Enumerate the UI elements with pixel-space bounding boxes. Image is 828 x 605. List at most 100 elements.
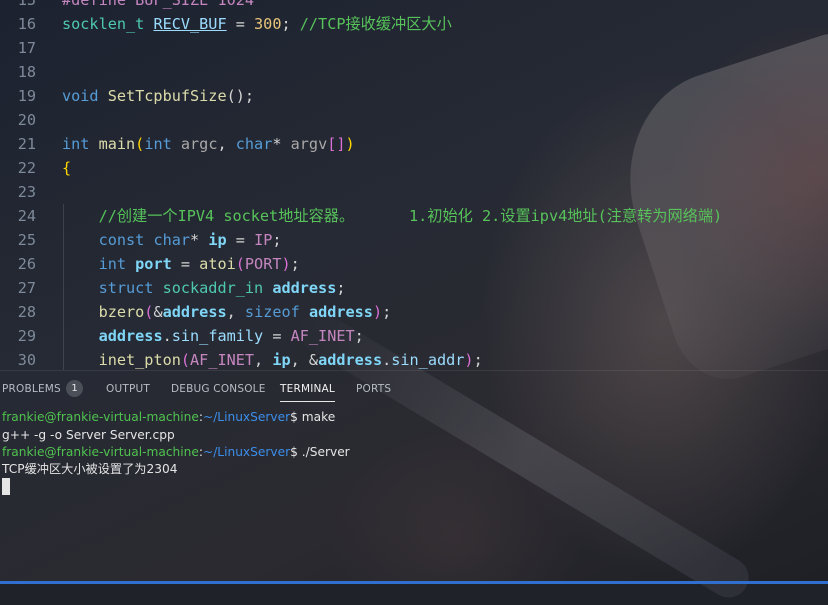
command-text: make [301,410,336,424]
code-token: . [162,327,172,345]
tab-terminal[interactable]: TERMINAL [280,371,335,407]
code-token: = [226,231,255,249]
code-token: atoi [199,255,236,273]
code-token: AF_INET [290,327,355,345]
code-token: address [308,303,373,321]
code-line[interactable]: 17 [0,36,828,60]
prompt-symbol: $ [290,445,302,459]
code-token: socklen_t [62,15,154,33]
code-text: void SetTcpbufSize(); [62,84,254,108]
code-line[interactable]: 27 struct sockaddr_in address; [0,276,828,300]
terminal-output[interactable]: frankie@frankie-virtual-machine:~/LinuxS… [0,408,828,578]
code-line[interactable]: 26 int port = atoi(PORT); [0,252,828,276]
code-line[interactable]: 25 const char* ip = IP; [0,228,828,252]
code-token: SetTcpbufSize [107,87,227,105]
code-token: ) [372,303,383,321]
code-line[interactable]: 23 [0,180,828,204]
code-token: int [98,255,136,273]
prompt-path: ~/LinuxServer [202,410,291,424]
code-token: RECV_BUF [153,15,227,33]
code-token: //TCP接收缓冲区大小 [299,15,452,33]
code-token: #define BUF_SIZE 1024 [62,0,255,9]
code-token: { [62,159,72,177]
code-token: [] [327,135,346,153]
code-line[interactable]: 15 #define BUF_SIZE 1024 [0,0,828,12]
code-token: . [382,351,392,369]
code-token: inet_pton [98,351,181,369]
code-token: ; [382,303,392,321]
code-token: IP [254,231,273,249]
code-token: , [254,351,273,369]
code-token: ; [336,279,346,297]
tab-problems[interactable]: PROBLEMS [2,371,61,407]
code-text: struct sockaddr_in address; [62,276,346,300]
code-text: //创建一个IPV4 socket地址容器。 1.初始化 2.设置ipv4地址(… [62,204,723,228]
line-number: 24 [17,207,36,225]
line-number: 25 [17,231,36,249]
line-number: 27 [17,279,36,297]
code-line[interactable]: 19 void SetTcpbufSize(); [0,84,828,108]
code-token: const [98,231,154,249]
tab-ports[interactable]: PORTS [356,371,391,407]
code-text: int main(int argc, char* argv[]) [62,132,355,156]
line-number: 29 [17,327,36,345]
code-text: inet_pton(AF_INET, ip, &address.sin_addr… [62,348,483,370]
code-line[interactable]: 16 socklen_t RECV_BUF = 300; //TCP接收缓冲区大小 [0,12,828,36]
code-token: ) [281,255,291,273]
code-text: int port = atoi(PORT); [62,252,300,276]
code-token: address [162,303,227,321]
tab-output[interactable]: OUTPUT [106,371,150,407]
code-token: address [318,351,383,369]
code-token: AF_INET [190,351,255,369]
line-number: 28 [17,303,36,321]
code-line[interactable]: 30 inet_pton(AF_INET, ip, &address.sin_a… [0,348,828,370]
code-line[interactable]: 29 address.sin_family = AF_INET; [0,324,828,348]
line-number: 30 [17,351,36,369]
code-token: bzero [98,303,145,321]
tab-debug-console[interactable]: DEBUG CONSOLE [171,371,266,407]
code-editor[interactable]: 15 #define BUF_SIZE 1024 16 socklen_t RECV_… [0,0,828,370]
code-token: * [272,135,291,153]
code-token: * [190,231,209,249]
line-number: 21 [17,135,36,153]
code-line[interactable]: 28 bzero(&address, sizeof address); [0,300,828,324]
code-token: argc [180,135,218,153]
code-line[interactable]: 24 //创建一个IPV4 socket地址容器。 1.初始化 2.设置ipv4… [0,204,828,228]
code-line[interactable]: 21 int main(int argc, char* argv[]) [0,132,828,156]
code-token: ( [235,255,245,273]
code-token: ip [272,351,291,369]
code-token: argv [290,135,328,153]
code-token: int [144,135,181,153]
line-number: 26 [17,255,36,273]
code-line[interactable]: 20 [0,108,828,132]
code-token: ; [473,351,483,369]
command-text: ./Server [301,445,350,459]
code-token: char [153,231,191,249]
code-token: port [135,255,172,273]
prompt-symbol: $ [290,410,302,424]
line-number: 17 [17,39,36,57]
code-token: ip [208,231,227,249]
code-line[interactable]: 22 { [0,156,828,180]
line-number: 19 [17,87,36,105]
code-token: sin_family [171,327,264,345]
line-number: 23 [17,183,36,201]
prompt-user: frankie@frankie-virtual-machine [2,445,199,459]
code-token: & [153,303,163,321]
code-line[interactable]: 18 [0,60,828,84]
code-token: = [263,327,291,345]
line-number: 18 [17,63,36,81]
code-token: address [98,327,163,345]
code-token: 300 [254,15,282,33]
code-text: bzero(&address, sizeof address); [62,300,392,324]
terminal-line-3: frankie@frankie-virtual-machine:~/LinuxS… [2,444,350,461]
code-token: char [235,135,273,153]
panel-tab-bar: PROBLEMS 1 OUTPUT DEBUG CONSOLE TERMINAL… [0,370,828,407]
code-text: address.sin_family = AF_INET; [62,324,364,348]
